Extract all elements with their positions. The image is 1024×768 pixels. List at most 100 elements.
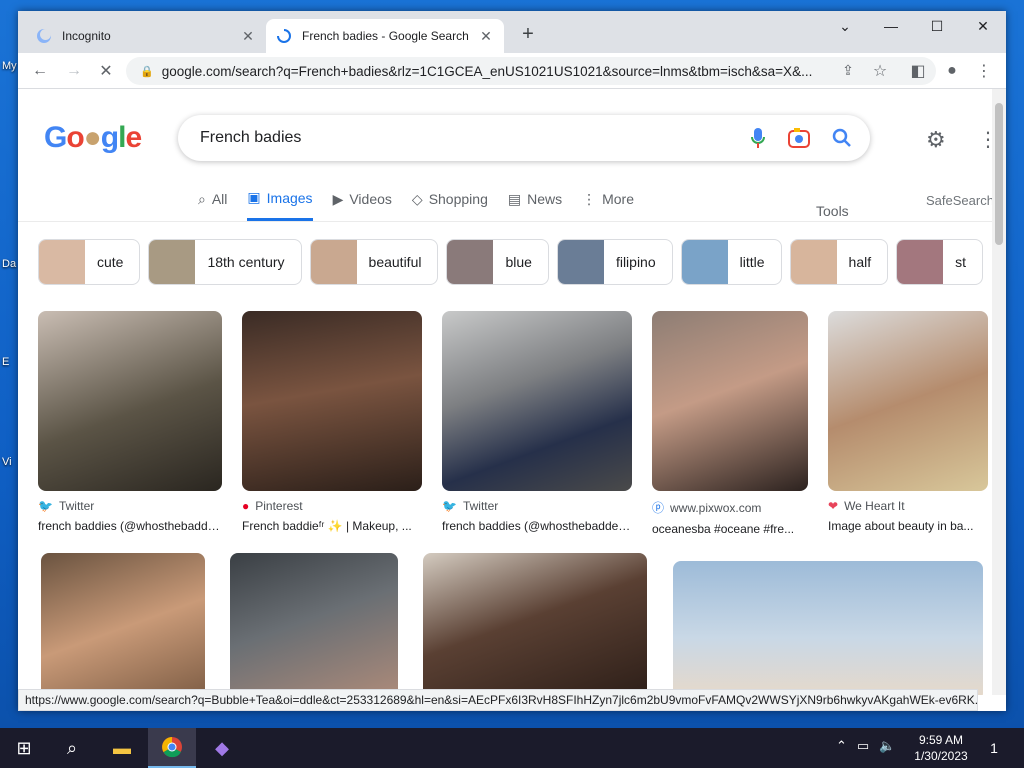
result-image[interactable]	[38, 311, 222, 491]
tools-button[interactable]: Tools	[816, 203, 849, 219]
network-icon[interactable]: ▭	[857, 738, 869, 754]
image-result[interactable]	[230, 553, 398, 695]
share-icon[interactable]: ⇪	[834, 57, 862, 85]
back-arrow-icon[interactable]: ←	[26, 57, 54, 85]
result-caption[interactable]: oceanesba #oceane #fre...	[652, 522, 808, 536]
image-result[interactable]: ⓟ www.pixwox.com oceanesba #oceane #fre..…	[652, 311, 808, 536]
image-result[interactable]: 🐦 Twitter french baddies (@whosthebaddest…	[442, 311, 632, 533]
chip-thumbnail	[897, 240, 944, 284]
scrollbar-thumb[interactable]	[995, 103, 1003, 245]
chip-18th-century[interactable]: 18th century	[148, 239, 302, 285]
twitter-icon: 🐦	[38, 499, 53, 513]
microphone-icon[interactable]	[750, 127, 766, 149]
apps-grid-icon[interactable]: ⋮	[978, 127, 992, 152]
chip-beautiful[interactable]: beautiful	[309, 239, 439, 285]
file-explorer-icon[interactable]: ▬	[98, 728, 146, 768]
chip-st[interactable]: st	[896, 239, 984, 285]
camera-lens-icon[interactable]	[788, 128, 810, 148]
chip-blue[interactable]: blue	[446, 239, 549, 285]
chevron-up-icon[interactable]: ⌃	[836, 738, 847, 754]
profile-avatar-icon[interactable]: ●	[938, 57, 966, 85]
image-icon: ▣	[247, 189, 261, 205]
notification-count: 1	[990, 740, 998, 756]
image-result[interactable]: ● Pinterest French baddieᶠʳ ✨ | Makeup, .…	[242, 311, 422, 533]
tab-label: Videos	[349, 191, 392, 207]
result-image[interactable]	[41, 553, 205, 695]
search-icon[interactable]: ⌕	[48, 728, 96, 768]
result-caption[interactable]: french baddies (@whosthebaddest...	[38, 519, 222, 533]
desktop-icon[interactable]: My	[2, 60, 17, 72]
search-icon[interactable]	[832, 128, 852, 148]
chip-label: cute	[97, 254, 124, 270]
tab-all[interactable]: ⌕ All	[198, 189, 227, 221]
close-icon[interactable]: ✕	[478, 28, 494, 45]
result-image[interactable]	[242, 311, 422, 491]
side-panel-icon[interactable]: ◧	[904, 57, 932, 85]
vertical-scrollbar[interactable]	[992, 89, 1006, 695]
close-icon[interactable]: ✕	[240, 28, 256, 45]
desktop-icon[interactable]: E	[2, 356, 9, 368]
notifications-icon[interactable]: 1	[970, 728, 1018, 768]
image-result[interactable]	[673, 561, 983, 695]
clock[interactable]: 9:59 AM 1/30/2023	[906, 732, 976, 764]
result-source[interactable]: Twitter	[463, 499, 498, 513]
chip-thumbnail	[557, 240, 604, 284]
tab-shopping[interactable]: ◇ Shopping	[412, 189, 488, 221]
menu-kebab-icon[interactable]: ⋮	[970, 57, 998, 85]
news-icon: ▤	[507, 190, 522, 207]
close-window-button[interactable]: ✕	[960, 11, 1006, 41]
image-result[interactable]: ❤ We Heart It Image about beauty in ba...	[828, 311, 988, 533]
chip-thumbnail	[310, 240, 357, 284]
volume-icon[interactable]: 🔈	[879, 738, 895, 754]
chip-little[interactable]: little	[680, 239, 782, 285]
result-image[interactable]	[423, 553, 647, 695]
tab-more[interactable]: ⋮ More	[582, 189, 634, 221]
result-caption[interactable]: french baddies (@whosthebaddest...	[442, 519, 632, 533]
result-image[interactable]	[442, 311, 632, 491]
star-bookmark-icon[interactable]: ☆	[866, 57, 894, 85]
address-bar[interactable]: 🔒 google.com/search?q=French+badies&rlz=…	[126, 57, 936, 85]
desktop-icon[interactable]: Da	[2, 258, 16, 270]
result-source[interactable]: We Heart It	[844, 499, 904, 513]
chrome-icon[interactable]	[148, 728, 196, 768]
chip-label: half	[848, 254, 872, 270]
result-image[interactable]	[230, 553, 398, 695]
tag-icon: ◇	[411, 190, 423, 207]
chip-label: st	[955, 254, 967, 270]
result-caption[interactable]: Image about beauty in ba...	[828, 519, 988, 533]
result-source[interactable]: Pinterest	[255, 499, 302, 513]
desktop-icon[interactable]: Vi	[2, 456, 12, 468]
result-caption[interactable]: French baddieᶠʳ ✨ | Makeup, ...	[242, 519, 422, 533]
tab-incognito[interactable]: Incognito ✕	[26, 19, 266, 53]
chrome-logo-icon	[162, 737, 182, 758]
image-result[interactable]: 🐦 Twitter french baddies (@whosthebaddest…	[38, 311, 222, 533]
result-image[interactable]	[673, 561, 983, 695]
result-image[interactable]	[828, 311, 988, 491]
tab-search-chevron-icon[interactable]: ⌄	[822, 11, 868, 41]
safesearch-button[interactable]: SafeSearch	[926, 193, 992, 208]
tab-search[interactable]: French badies - Google Search ✕	[266, 19, 504, 53]
windows-start-icon[interactable]: ⊞	[0, 728, 48, 768]
result-source[interactable]: www.pixwox.com	[670, 501, 761, 515]
tab-videos[interactable]: ▶ Videos	[333, 189, 392, 221]
search-input[interactable]: French badies	[178, 115, 870, 161]
minimize-button[interactable]: —	[868, 11, 914, 41]
gear-icon[interactable]: ⚙	[926, 127, 946, 153]
image-result[interactable]	[41, 553, 205, 695]
chip-half[interactable]: half	[789, 239, 889, 285]
forward-arrow-icon[interactable]: →	[60, 57, 88, 85]
google-doodle-logo[interactable]: Go●gle	[44, 121, 142, 155]
tab-images[interactable]: ▣ Images	[247, 189, 313, 221]
chip-cute[interactable]: cute	[38, 239, 141, 285]
stop-loading-icon[interactable]: ✕	[92, 57, 120, 85]
new-tab-button[interactable]: +	[516, 23, 540, 46]
result-image[interactable]	[652, 311, 808, 491]
chip-filipino[interactable]: filipino	[556, 239, 673, 285]
search-query: French badies	[200, 129, 302, 146]
maximize-button[interactable]: ☐	[914, 11, 960, 41]
result-source[interactable]: Twitter	[59, 499, 94, 513]
tab-news[interactable]: ▤ News	[508, 189, 562, 221]
chip-thumbnail	[447, 240, 494, 284]
visual-studio-icon[interactable]: ◆	[198, 728, 246, 768]
image-result[interactable]	[423, 553, 647, 695]
